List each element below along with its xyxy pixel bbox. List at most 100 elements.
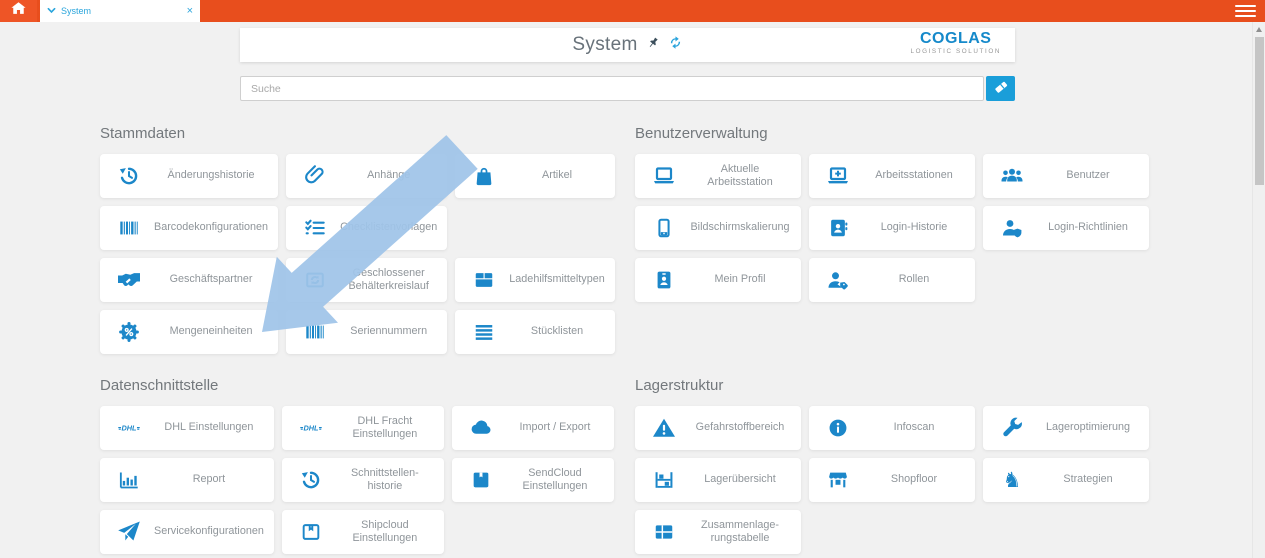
logo-subtitle: LOGISTIC SOLUTION xyxy=(910,49,1001,55)
menu-button-report[interactable]: Report xyxy=(100,458,274,502)
menu-button-lageroptimierung[interactable]: Lageroptimierung xyxy=(983,406,1149,450)
coglas-logo: COGLAS LOGISTIC SOLUTION xyxy=(910,31,1001,55)
menu-button-label: Änderungshistorie xyxy=(154,169,278,182)
menu-button-rollen[interactable]: Rollen xyxy=(809,258,975,302)
section-lagerstruktur: LagerstrukturGefahrstoffbereichInfoscanL… xyxy=(635,376,1149,554)
page-title: System xyxy=(572,34,637,56)
history-icon xyxy=(104,165,154,187)
address-book-icon xyxy=(813,217,863,239)
badge-percent-icon xyxy=(104,321,154,343)
menu-button-aktuelle-arbeitsstation[interactable]: Aktuelle Arbeitsstation xyxy=(635,154,801,198)
eraser-icon xyxy=(993,79,1009,98)
menu-button-anderungshistorie[interactable]: Änderungshistorie xyxy=(100,154,278,198)
info-icon xyxy=(813,417,863,439)
search-row xyxy=(240,76,1015,101)
tab-label: System xyxy=(61,6,91,16)
tab-close-icon[interactable]: × xyxy=(187,6,193,17)
menu-button-import-export[interactable]: Import / Export xyxy=(452,406,614,450)
clear-search-button[interactable] xyxy=(986,76,1015,101)
menu-button-login-richtlinien[interactable]: Login-Richtlinien xyxy=(983,206,1149,250)
menu-button-shipcloud-einstellungen[interactable]: Shipcloud Einstellungen xyxy=(282,510,444,554)
svg-text:DHL: DHL xyxy=(303,423,319,432)
container-icon xyxy=(459,269,509,291)
menu-button-mengeneinheiten[interactable]: Mengeneinheiten xyxy=(100,310,278,354)
history-icon xyxy=(286,469,336,491)
menu-button-stucklisten[interactable]: Stücklisten xyxy=(455,310,614,354)
menu-button-label: Login-Richtlinien xyxy=(1037,221,1149,234)
list-icon xyxy=(459,321,509,343)
menu-button-label: Geschlossener Behälterkreislauf xyxy=(340,267,447,294)
tablet-icon xyxy=(639,217,689,239)
menu-button-lagerubersicht[interactable]: Lagerübersicht xyxy=(635,458,801,502)
id-badge-icon xyxy=(639,269,689,291)
button-grid: Änderungshistorie Anhänge Artikel Barcodeko… xyxy=(100,154,614,354)
scroll-up-icon[interactable] xyxy=(1256,27,1262,32)
paperclip-icon xyxy=(290,165,340,187)
scrollbar-thumb[interactable] xyxy=(1255,37,1264,185)
menu-button-artikel[interactable]: Artikel xyxy=(455,154,614,198)
dhl-icon: DHL xyxy=(286,417,336,439)
menu-button-arbeitsstationen[interactable]: Arbeitsstationen xyxy=(809,154,975,198)
pin-icon[interactable] xyxy=(646,36,660,55)
top-bar: System × xyxy=(0,0,1265,22)
menu-button-zusammenlage-rungstabelle[interactable]: Zusammenlage- rungstabelle xyxy=(635,510,801,554)
menu-button-benutzer[interactable]: Benutzer xyxy=(983,154,1149,198)
menu-button-infoscan[interactable]: Infoscan xyxy=(809,406,975,450)
menu-button-ladehilfsmitteltypen[interactable]: Ladehilfsmitteltypen xyxy=(455,258,614,302)
menu-button-barcodekonfigurationen[interactable]: Barcodekonfigurationen xyxy=(100,206,278,250)
menu-button-label: Lagerübersicht xyxy=(689,473,801,486)
menu-button-label: Report xyxy=(154,473,274,486)
menu-button-geschlossener-behalterkreislauf[interactable]: Geschlossener Behälterkreislauf xyxy=(286,258,447,302)
menu-button-label: Rollen xyxy=(863,273,975,286)
laptop-plus-icon xyxy=(813,164,863,188)
knight-icon: ♞ xyxy=(987,470,1037,491)
menu-button-sendcloud-einstellungen[interactable]: SendCloud Einstellungen xyxy=(452,458,614,502)
menu-button-seriennummern[interactable]: Seriennummern xyxy=(286,310,447,354)
cloud-icon xyxy=(456,416,506,440)
menu-button-schnittstellen-historie[interactable]: Schnittstellen- historie xyxy=(282,458,444,502)
menu-button-label: Mein Profil xyxy=(689,273,801,286)
page-header: System COGLAS LOGISTIC SOLUTION xyxy=(240,28,1015,62)
menu-button-label: Benutzer xyxy=(1037,169,1149,182)
menu-hamburger-icon[interactable] xyxy=(1235,0,1256,22)
menu-button-mein-profil[interactable]: Mein Profil xyxy=(635,258,801,302)
laptop-icon xyxy=(639,164,689,188)
menu-button-anhange[interactable]: Anhänge xyxy=(286,154,447,198)
refresh-icon[interactable] xyxy=(668,35,683,55)
home-button[interactable] xyxy=(0,0,37,22)
users-icon xyxy=(987,164,1037,188)
menu-button-geschaftspartner[interactable]: Geschäftspartner xyxy=(100,258,278,302)
menu-button-label: SendCloud Einstellungen xyxy=(506,467,614,494)
tab-system[interactable]: System × xyxy=(40,0,200,22)
chevron-down-icon xyxy=(47,2,56,20)
wrench-icon xyxy=(987,416,1037,440)
loopbox-icon xyxy=(290,269,340,291)
menu-button-label: Strategien xyxy=(1037,473,1149,486)
section-title: Benutzerverwaltung xyxy=(635,124,1149,144)
logo-title: COGLAS xyxy=(910,31,1001,47)
menu-button-label: Login-Historie xyxy=(863,221,975,234)
menu-button-label: Zusammenlage- rungstabelle xyxy=(689,519,801,546)
menu-button-label: DHL Fracht Einstellungen xyxy=(336,415,444,442)
section-title: Datenschnittstelle xyxy=(100,376,614,396)
menu-button-dhl-einstellungen[interactable]: DHLDHL Einstellungen xyxy=(100,406,274,450)
menu-button-login-historie[interactable]: Login-Historie xyxy=(809,206,975,250)
handshake-icon xyxy=(104,268,154,292)
search-input[interactable] xyxy=(240,76,984,101)
bag-icon xyxy=(459,165,509,187)
menu-button-servicekonfigurationen[interactable]: Servicekonfigurationen xyxy=(100,510,274,554)
menu-button-label: Anhänge xyxy=(340,169,447,182)
chart-icon xyxy=(104,469,154,491)
shelf-icon xyxy=(639,469,689,491)
menu-button-bildschirmskalierung[interactable]: Bildschirmskalierung xyxy=(635,206,801,250)
menu-button-label: Barcodekonfigurationen xyxy=(154,221,278,234)
menu-button-gefahrstoffbereich[interactable]: Gefahrstoffbereich xyxy=(635,406,801,450)
menu-button-shopfloor[interactable]: Shopfloor xyxy=(809,458,975,502)
menu-button-strategien[interactable]: ♞Strategien xyxy=(983,458,1149,502)
menu-button-label: Geschäftspartner xyxy=(154,273,278,286)
vertical-scrollbar[interactable] xyxy=(1252,22,1265,558)
menu-button-checklistenvorlagen[interactable]: Checklistenvorlagen xyxy=(286,206,447,250)
menu-button-label: Infoscan xyxy=(863,421,975,434)
menu-button-dhl-fracht-einstellungen[interactable]: DHL DHL Fracht Einstellungen xyxy=(282,406,444,450)
menu-button-label: Import / Export xyxy=(506,421,614,434)
